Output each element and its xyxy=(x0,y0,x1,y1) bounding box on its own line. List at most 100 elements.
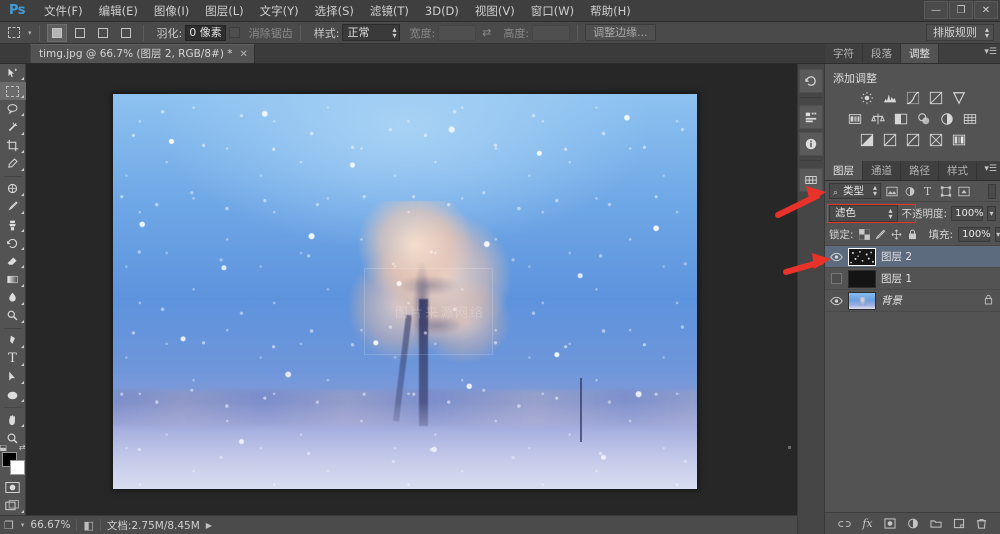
workspace-switcher-button[interactable]: 排版规则 ▴ ▾ xyxy=(926,24,994,41)
menu-type[interactable]: 文字(Y) xyxy=(252,0,307,22)
document-canvas[interactable]: 图片来源网络 xyxy=(112,93,698,490)
crop-tool[interactable] xyxy=(0,137,26,155)
photo-filter-adjustment-icon[interactable] xyxy=(915,111,933,127)
ellipse-tool[interactable] xyxy=(0,386,26,404)
color-balance-adjustment-icon[interactable] xyxy=(869,111,887,127)
curves-adjustment-icon[interactable] xyxy=(904,90,922,106)
minimize-button[interactable]: — xyxy=(924,1,948,19)
tab-styles[interactable]: 样式 xyxy=(939,161,977,180)
black-white-adjustment-icon[interactable] xyxy=(892,111,910,127)
style-select[interactable]: 正常 ▴ ▾ xyxy=(342,24,401,41)
filter-toggle-switch[interactable] xyxy=(988,183,996,199)
new-selection-button[interactable] xyxy=(46,23,67,42)
blur-tool[interactable] xyxy=(0,289,26,307)
path-selection-tool[interactable] xyxy=(0,368,26,386)
menu-file[interactable]: 文件(F) xyxy=(36,0,91,22)
opacity-chevron-icon[interactable]: ▾ xyxy=(987,205,996,221)
table-row[interactable]: 背景 xyxy=(825,290,1000,312)
layer-name[interactable]: 背景 xyxy=(881,293,902,308)
filter-shape-layers-icon[interactable] xyxy=(938,184,953,199)
new-adjustment-layer-icon[interactable] xyxy=(907,518,919,529)
height-input[interactable] xyxy=(532,24,571,41)
brightness-contrast-adjustment-icon[interactable] xyxy=(858,90,876,106)
menu-view[interactable]: 视图(V) xyxy=(467,0,523,22)
posterize-adjustment-icon[interactable] xyxy=(881,132,899,148)
zoom-level-field[interactable]: 66.67% xyxy=(30,519,70,531)
menu-layer[interactable]: 图层(L) xyxy=(197,0,251,22)
layer-name[interactable]: 图层 2 xyxy=(881,249,912,264)
status-expand-arrow-icon[interactable]: ▶ xyxy=(206,521,212,530)
exposure-adjustment-icon[interactable] xyxy=(927,90,945,106)
lock-image-pixels-icon[interactable] xyxy=(875,228,886,242)
spot-healing-brush-tool[interactable] xyxy=(0,180,26,198)
brush-tool[interactable] xyxy=(0,198,26,216)
layer-filter-kind-select[interactable]: ⌕ 类型 ▴ ▾ xyxy=(829,183,881,199)
tool-preset-chevron-icon[interactable]: ▾ xyxy=(28,29,32,37)
subtract-from-selection-button[interactable] xyxy=(93,24,113,42)
lasso-tool[interactable] xyxy=(0,100,26,118)
clone-stamp-tool[interactable] xyxy=(0,216,26,234)
threshold-adjustment-icon[interactable] xyxy=(904,132,922,148)
layer-visibility-toggle[interactable] xyxy=(829,250,843,264)
screen-mode-icon[interactable] xyxy=(0,497,26,515)
canvas-area[interactable]: 图片来源网络 xyxy=(26,64,797,515)
filter-type-layers-icon[interactable]: T xyxy=(920,184,935,199)
background-color-swatch[interactable] xyxy=(9,460,25,476)
feather-input[interactable]: 0 像素 xyxy=(185,24,226,41)
magic-wand-tool[interactable] xyxy=(0,118,26,136)
levels-adjustment-icon[interactable] xyxy=(881,90,899,106)
document-tab-close-icon[interactable]: ✕ xyxy=(240,45,248,64)
tab-character[interactable]: 字符 xyxy=(825,44,863,63)
close-button[interactable]: ✕ xyxy=(974,1,998,19)
layers-panel-menu-icon[interactable]: ▾☰ xyxy=(984,165,997,174)
layer-style-fx-icon[interactable]: fx xyxy=(862,517,872,530)
gradient-tool[interactable] xyxy=(0,270,26,288)
screen-mode-status-icon[interactable]: ❐ xyxy=(4,519,14,532)
width-input[interactable] xyxy=(438,24,477,41)
table-row[interactable]: 图层 2 xyxy=(825,246,1000,268)
layer-thumbnail[interactable] xyxy=(848,247,876,266)
active-tool-preview-icon[interactable] xyxy=(4,24,24,42)
lock-transparent-pixels-icon[interactable] xyxy=(858,228,870,242)
tab-adjustments[interactable]: 调整 xyxy=(901,44,939,63)
info-panel-icon[interactable] xyxy=(799,132,823,156)
rectangular-marquee-tool[interactable] xyxy=(0,82,26,101)
menu-image[interactable]: 图像(I) xyxy=(146,0,197,22)
eyedropper-tool[interactable] xyxy=(0,155,26,173)
menu-window[interactable]: 窗口(W) xyxy=(523,0,582,22)
actions-panel-icon[interactable] xyxy=(799,105,823,129)
document-tab[interactable]: timg.jpg @ 66.7% (图层 2, RGB/8#) * ✕ xyxy=(30,44,255,63)
gradient-map-adjustment-icon[interactable] xyxy=(927,132,945,148)
menu-select[interactable]: 选择(S) xyxy=(307,0,362,22)
layer-thumbnail[interactable] xyxy=(848,269,876,288)
vibrance-adjustment-icon[interactable] xyxy=(950,90,968,106)
add-to-selection-button[interactable] xyxy=(70,24,90,42)
default-colors-icon[interactable]: ⬓ xyxy=(0,443,7,452)
menu-filter[interactable]: 滤镜(T) xyxy=(362,0,417,22)
opacity-input[interactable]: 100% xyxy=(951,205,984,221)
layer-name[interactable]: 图层 1 xyxy=(881,271,912,286)
layer-visibility-toggle[interactable] xyxy=(829,272,843,286)
dodge-tool[interactable] xyxy=(0,307,26,325)
blend-mode-select[interactable]: 滤色 ▴ ▾ xyxy=(829,204,898,222)
status-chevron-icon[interactable]: ▾ xyxy=(21,521,25,529)
filter-smart-objects-icon[interactable] xyxy=(956,184,971,199)
new-group-icon[interactable] xyxy=(930,518,942,529)
history-brush-tool[interactable] xyxy=(0,234,26,252)
invert-adjustment-icon[interactable] xyxy=(858,132,876,148)
filter-adjustment-layers-icon[interactable] xyxy=(902,184,917,199)
swap-width-height-icon[interactable]: ⇄ xyxy=(479,26,494,39)
tab-paths[interactable]: 路径 xyxy=(901,161,939,180)
swatches-panel-icon[interactable] xyxy=(799,168,823,192)
hand-tool[interactable] xyxy=(0,411,26,429)
link-layers-icon[interactable] xyxy=(838,519,852,529)
delete-layer-icon[interactable] xyxy=(976,518,987,529)
tab-paragraph[interactable]: 段落 xyxy=(863,44,901,63)
pen-tool[interactable] xyxy=(0,332,26,350)
antialias-checkbox[interactable] xyxy=(228,27,240,38)
intersect-selection-button[interactable] xyxy=(116,24,136,42)
hue-saturation-adjustment-icon[interactable] xyxy=(846,111,864,127)
restore-button[interactable]: ❐ xyxy=(949,1,973,19)
menu-3d[interactable]: 3D(D) xyxy=(417,1,467,21)
tab-layers[interactable]: 图层 xyxy=(825,161,863,180)
